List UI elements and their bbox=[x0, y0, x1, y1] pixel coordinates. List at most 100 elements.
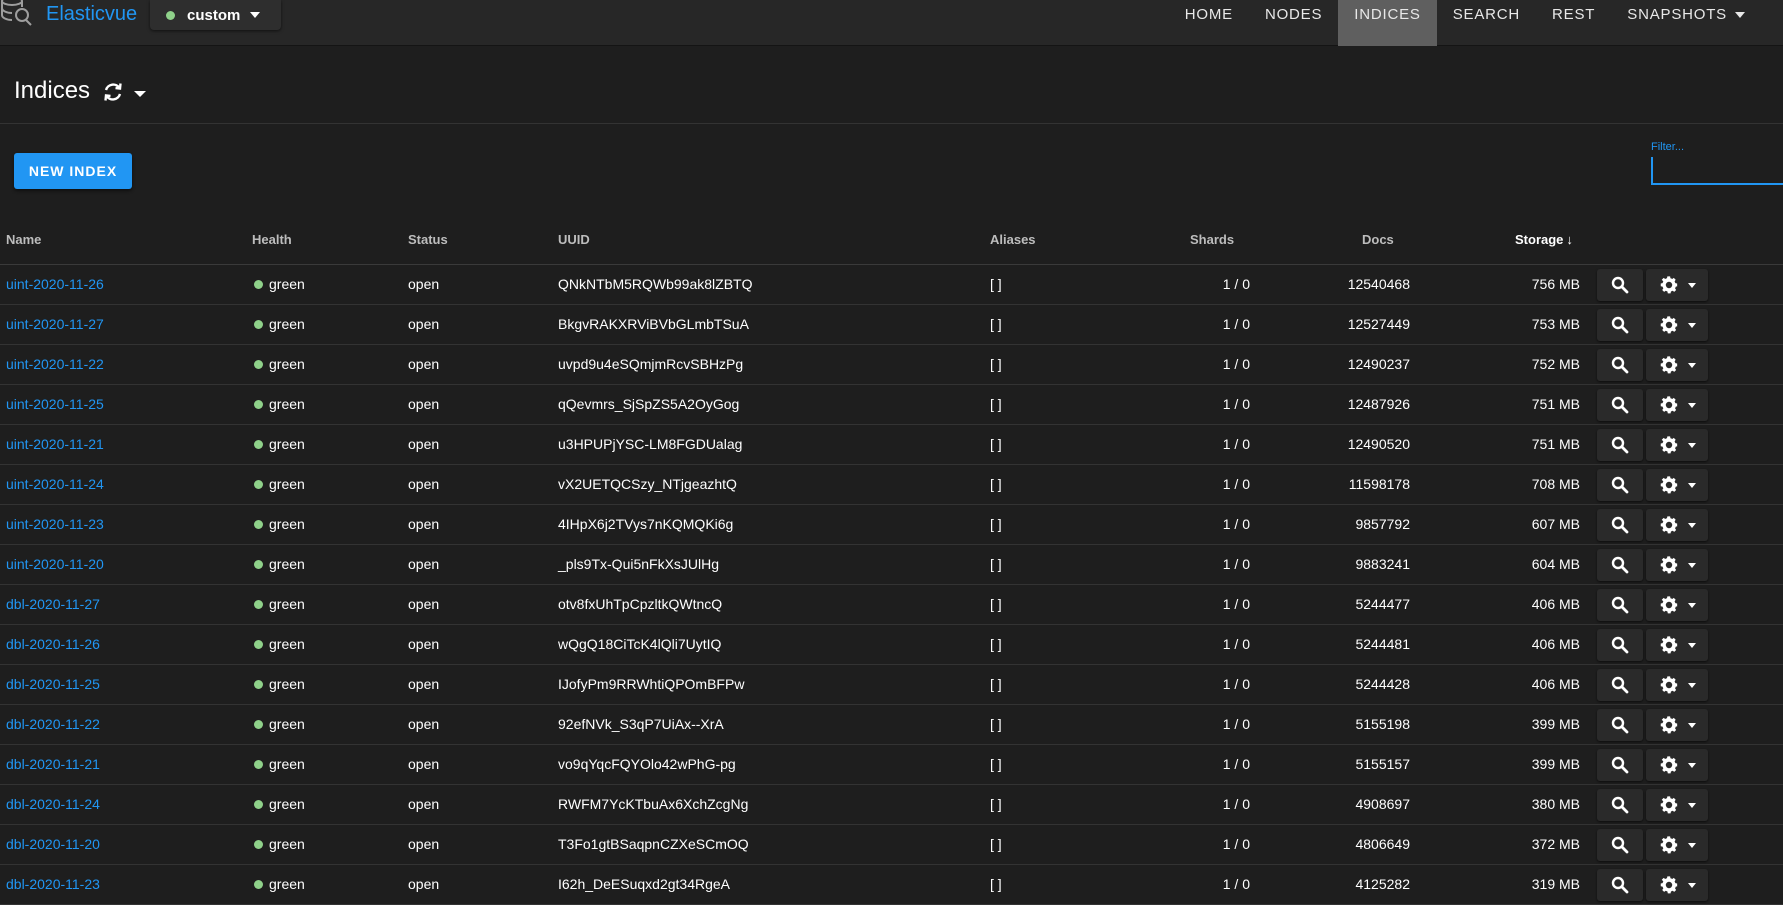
index-options-button[interactable] bbox=[1646, 629, 1708, 661]
table-row: dbl-2020-11-26 green open wQgQ18CiTcK4lQli7… bbox=[0, 625, 1783, 665]
nav-indices[interactable]: INDICES bbox=[1338, 0, 1437, 46]
index-options-button[interactable] bbox=[1646, 309, 1708, 341]
chevron-down-icon bbox=[1688, 763, 1696, 768]
search-index-button[interactable] bbox=[1597, 469, 1643, 501]
nav-search[interactable]: SEARCH bbox=[1437, 0, 1536, 46]
status-cell: open bbox=[408, 356, 440, 372]
search-index-button[interactable] bbox=[1597, 829, 1643, 861]
chevron-down-icon bbox=[1688, 563, 1696, 568]
docs-cell: 9883241 bbox=[1355, 556, 1410, 572]
index-options-button[interactable] bbox=[1646, 829, 1708, 861]
index-name-link[interactable]: uint-2020-11-22 bbox=[6, 356, 104, 372]
health-label: green bbox=[269, 796, 305, 812]
search-index-button[interactable] bbox=[1597, 749, 1643, 781]
status-cell: open bbox=[408, 396, 440, 412]
uuid-cell: RWFM7YcKTbuAx6XchZcgNg bbox=[558, 796, 749, 812]
sync-icon[interactable] bbox=[101, 80, 125, 104]
index-name-link[interactable]: uint-2020-11-23 bbox=[6, 516, 104, 532]
index-name-link[interactable]: uint-2020-11-21 bbox=[6, 436, 104, 452]
storage-cell: 406 MB bbox=[1531, 676, 1580, 692]
index-options-button[interactable] bbox=[1646, 749, 1708, 781]
index-name-link[interactable]: dbl-2020-11-26 bbox=[6, 636, 100, 652]
column-header-uuid[interactable]: UUID bbox=[558, 232, 590, 247]
search-index-button[interactable] bbox=[1597, 509, 1643, 541]
index-name-link[interactable]: dbl-2020-11-23 bbox=[6, 876, 100, 892]
app-brand[interactable]: Elasticvue bbox=[46, 3, 137, 26]
health-status-dot bbox=[254, 360, 263, 369]
table-row: dbl-2020-11-27 green open otv8fxUhTpCpzltkQ… bbox=[0, 585, 1783, 625]
storage-cell: 752 MB bbox=[1531, 356, 1580, 372]
index-name-link[interactable]: uint-2020-11-20 bbox=[6, 556, 104, 572]
index-name-link[interactable]: dbl-2020-11-21 bbox=[6, 756, 100, 772]
nav-snapshots[interactable]: SNAPSHOTS bbox=[1611, 0, 1783, 46]
index-options-button[interactable] bbox=[1646, 269, 1708, 301]
status-cell: open bbox=[408, 796, 440, 812]
index-options-button[interactable] bbox=[1646, 509, 1708, 541]
health-label: green bbox=[269, 636, 305, 652]
health-cell: green bbox=[254, 796, 305, 812]
index-options-button[interactable] bbox=[1646, 389, 1708, 421]
column-header-aliases[interactable]: Aliases bbox=[990, 232, 1036, 247]
index-options-button[interactable] bbox=[1646, 709, 1708, 741]
index-name-link[interactable]: uint-2020-11-24 bbox=[6, 476, 104, 492]
new-index-button[interactable]: NEW INDEX bbox=[14, 153, 132, 189]
search-index-button[interactable] bbox=[1597, 589, 1643, 621]
index-name-link[interactable]: uint-2020-11-26 bbox=[6, 276, 104, 292]
chevron-down-icon bbox=[1688, 723, 1696, 728]
index-name-link[interactable]: dbl-2020-11-25 bbox=[6, 676, 100, 692]
index-name-link[interactable]: dbl-2020-11-27 bbox=[6, 596, 100, 612]
column-header-name[interactable]: Name bbox=[6, 232, 41, 247]
nav-rest[interactable]: REST bbox=[1536, 0, 1611, 46]
index-name-link[interactable]: uint-2020-11-25 bbox=[6, 396, 104, 412]
status-cell: open bbox=[408, 836, 440, 852]
search-index-button[interactable] bbox=[1597, 349, 1643, 381]
shards-cell: 1 / 0 bbox=[1222, 356, 1250, 372]
index-options-button[interactable] bbox=[1646, 469, 1708, 501]
index-options-button[interactable] bbox=[1646, 349, 1708, 381]
search-index-button[interactable] bbox=[1597, 309, 1643, 341]
reload-options-chevron-icon[interactable] bbox=[134, 91, 146, 97]
aliases-cell: [ ] bbox=[990, 756, 1002, 772]
nav-nodes[interactable]: NODES bbox=[1249, 0, 1338, 46]
docs-cell: 5244481 bbox=[1355, 636, 1410, 652]
index-name-link[interactable]: uint-2020-11-27 bbox=[6, 316, 104, 332]
index-name-link[interactable]: dbl-2020-11-20 bbox=[6, 836, 100, 852]
search-index-button[interactable] bbox=[1597, 789, 1643, 821]
index-options-button[interactable] bbox=[1646, 589, 1708, 621]
index-name-link[interactable]: dbl-2020-11-22 bbox=[6, 716, 100, 732]
index-options-button[interactable] bbox=[1646, 869, 1708, 901]
health-cell: green bbox=[254, 836, 305, 852]
storage-cell: 399 MB bbox=[1531, 756, 1580, 772]
column-header-storage[interactable]: Storage ↓ bbox=[1515, 232, 1573, 247]
table-row: uint-2020-11-22 green open uvpd9u4eSQmjmRcv… bbox=[0, 345, 1783, 385]
filter-input[interactable] bbox=[1651, 157, 1783, 185]
column-header-shards[interactable]: Shards bbox=[1190, 232, 1234, 247]
chevron-down-icon bbox=[1688, 883, 1696, 888]
search-index-button[interactable] bbox=[1597, 629, 1643, 661]
search-index-button[interactable] bbox=[1597, 669, 1643, 701]
aliases-cell: [ ] bbox=[990, 316, 1002, 332]
column-header-status[interactable]: Status bbox=[408, 232, 448, 247]
nav-home[interactable]: HOME bbox=[1169, 0, 1249, 46]
index-options-button[interactable] bbox=[1646, 429, 1708, 461]
search-index-button[interactable] bbox=[1597, 269, 1643, 301]
search-index-button[interactable] bbox=[1597, 389, 1643, 421]
status-cell: open bbox=[408, 476, 440, 492]
search-index-button[interactable] bbox=[1597, 869, 1643, 901]
shards-cell: 1 / 0 bbox=[1222, 516, 1250, 532]
search-index-button[interactable] bbox=[1597, 549, 1643, 581]
search-index-button[interactable] bbox=[1597, 709, 1643, 741]
cluster-selector[interactable]: custom bbox=[150, 0, 281, 30]
chevron-down-icon bbox=[1688, 323, 1696, 328]
search-index-button[interactable] bbox=[1597, 429, 1643, 461]
health-status-dot bbox=[254, 320, 263, 329]
column-header-health[interactable]: Health bbox=[252, 232, 292, 247]
column-header-docs[interactable]: Docs bbox=[1362, 232, 1394, 247]
index-options-button[interactable] bbox=[1646, 789, 1708, 821]
storage-cell: 751 MB bbox=[1531, 436, 1580, 452]
index-name-link[interactable]: dbl-2020-11-24 bbox=[6, 796, 100, 812]
aliases-cell: [ ] bbox=[990, 356, 1002, 372]
index-options-button[interactable] bbox=[1646, 549, 1708, 581]
shards-cell: 1 / 0 bbox=[1222, 636, 1250, 652]
index-options-button[interactable] bbox=[1646, 669, 1708, 701]
